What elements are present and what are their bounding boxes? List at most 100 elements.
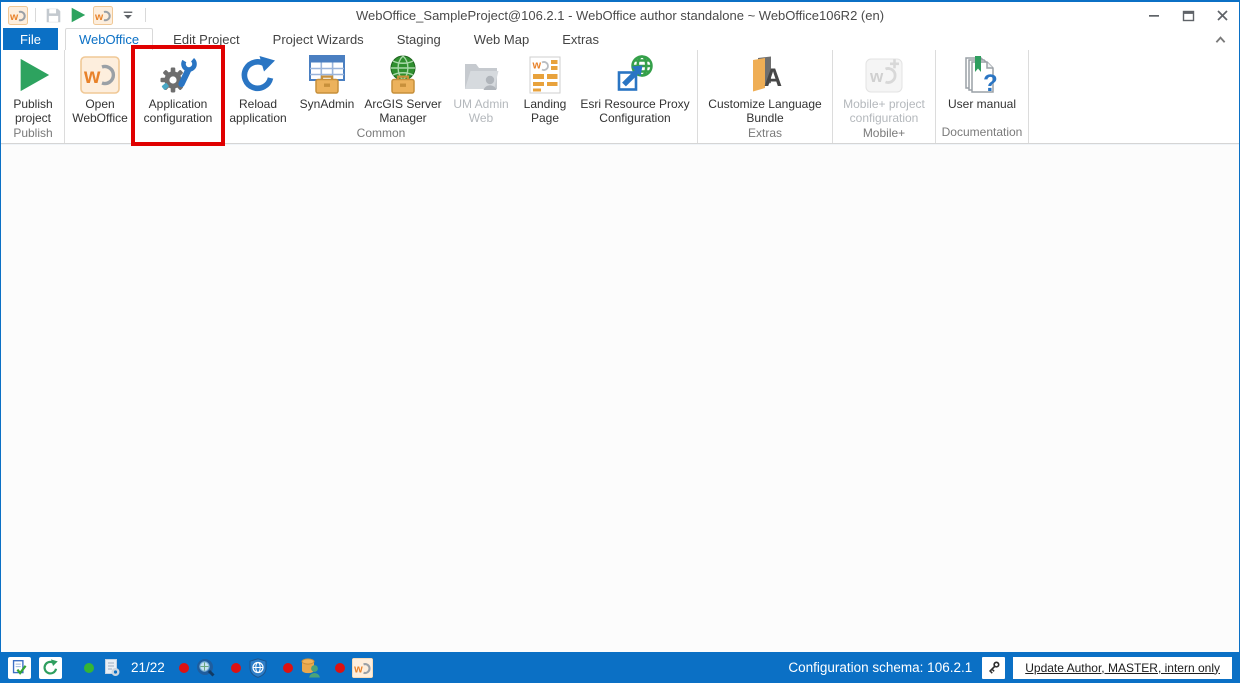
search-globe-icon [196, 658, 216, 678]
save-icon [45, 7, 62, 24]
mobile-plus-icon: w [864, 55, 904, 95]
svg-text:w: w [353, 663, 363, 675]
manual-question-icon: ? [962, 55, 1002, 95]
ribbon-group-documentation: ? User manual Documentation [936, 50, 1029, 143]
ribbon-collapse-button[interactable] [1211, 31, 1229, 47]
minimize-button[interactable] [1137, 3, 1171, 27]
database-user-icon [300, 657, 321, 678]
svg-text:w: w [532, 59, 542, 71]
group-label-mobile-plus: Mobile+ [834, 125, 934, 143]
ribbon-tab-strip: File WebOffice Edit Project Project Wiza… [1, 28, 1239, 50]
run-icon [69, 6, 87, 24]
svg-text:A: A [764, 64, 782, 92]
maximize-button[interactable] [1171, 3, 1205, 27]
arcgis-shield-indicator[interactable] [248, 657, 269, 678]
landing-page-icon: w [526, 55, 564, 95]
um-admin-web-button[interactable]: UM Admin Web [447, 50, 515, 125]
status-dot-red [335, 663, 345, 673]
tab-weboffice[interactable]: WebOffice [65, 28, 153, 50]
esri-resource-proxy-configuration-button[interactable]: Esri Resource Proxy Configuration [575, 50, 695, 125]
customize-language-bundle-button[interactable]: A Customize Language Bundle [700, 50, 830, 125]
refresh-button[interactable] [39, 657, 62, 679]
separator [35, 8, 36, 22]
application-configuration-button[interactable]: Application configuration [135, 50, 221, 125]
gear-wrench-icon [158, 55, 198, 95]
play-icon [14, 56, 52, 94]
open-weboffice-button[interactable]: w Open WebOffice [67, 50, 133, 125]
validation-icon [11, 659, 28, 676]
window-controls [1137, 3, 1239, 27]
refresh-icon [42, 659, 59, 676]
validation-button[interactable] [8, 657, 31, 679]
tab-edit-project[interactable]: Edit Project [160, 28, 252, 50]
mobile-plus-project-configuration-button[interactable]: w Mobile+ project configuration [835, 50, 933, 125]
app-logo-button[interactable]: w [7, 5, 29, 25]
run-button[interactable] [67, 5, 89, 25]
status-dot-red [283, 663, 293, 673]
tab-extras[interactable]: Extras [549, 28, 612, 50]
chevron-up-icon [1214, 34, 1227, 45]
tab-project-wizards[interactable]: Project Wizards [260, 28, 377, 50]
statusbar: 21/22 [1, 652, 1239, 683]
close-button[interactable] [1205, 3, 1239, 27]
key-icon [986, 660, 1001, 675]
titlebar: w w [1, 2, 1239, 28]
synadmin-button[interactable]: SynAdmin [295, 50, 359, 111]
app-window: w w [0, 0, 1240, 683]
svg-text:?: ? [983, 70, 998, 95]
update-author-button[interactable]: Update Author, MASTER, intern only [1013, 657, 1232, 679]
separator [145, 8, 146, 22]
status-dot-green [84, 663, 94, 673]
weboffice-logo-icon: w [93, 6, 113, 25]
status-dot-red [231, 663, 241, 673]
svg-text:w: w [83, 65, 101, 88]
landing-page-button[interactable]: w Landing Page [517, 50, 573, 125]
tab-web-map[interactable]: Web Map [461, 28, 542, 50]
status-dot-red [179, 663, 189, 673]
license-key-button[interactable] [982, 657, 1005, 679]
project-settings-icon [102, 658, 122, 678]
group-label-extras: Extras [699, 125, 831, 143]
customize-toolbar-dropdown[interactable] [117, 5, 139, 25]
table-toolbox-icon [307, 55, 347, 95]
globe-toolbox-icon [383, 55, 423, 95]
search-globe-indicator[interactable] [196, 657, 217, 678]
customize-toolbar-dropdown-icon [122, 9, 134, 21]
project-counter: 21/22 [131, 660, 165, 675]
group-label-publish: Publish [3, 125, 63, 143]
close-icon [1216, 9, 1229, 22]
weboffice-logo-icon: w [8, 6, 28, 25]
configuration-schema-label: Configuration schema: 106.2.1 [788, 660, 972, 675]
arcgis-server-manager-button[interactable]: ArcGIS Server Manager [361, 50, 445, 125]
database-user-indicator[interactable] [300, 657, 321, 678]
group-label-documentation: Documentation [937, 124, 1027, 143]
ribbon-group-publish: Publish project Publish [2, 50, 65, 143]
weboffice-logo-icon: w [352, 658, 373, 678]
publish-project-button[interactable]: Publish project [4, 50, 62, 125]
tab-staging[interactable]: Staging [384, 28, 454, 50]
reload-icon [238, 55, 278, 95]
globe-arrow-icon [615, 55, 655, 95]
user-manual-button[interactable]: ? User manual [938, 50, 1026, 111]
svg-text:w: w [869, 67, 884, 86]
ribbon-group-extras: A Customize Language Bundle Extras [698, 50, 833, 143]
ribbon-group-mobile-plus: w Mobile+ project configuration Mobile+ [833, 50, 936, 143]
save-button[interactable] [42, 5, 64, 25]
weboffice-indicator[interactable]: w [352, 657, 373, 678]
language-book-icon: A [745, 55, 785, 95]
quick-access-toolbar: w w [1, 5, 149, 25]
folder-user-icon [461, 55, 501, 95]
weboffice-logo-icon: w [80, 55, 120, 95]
maximize-icon [1182, 9, 1195, 22]
window-title: WebOffice_SampleProject@106.2.1 - WebOff… [1, 8, 1239, 23]
svg-text:w: w [9, 11, 19, 23]
tab-file[interactable]: File [3, 28, 58, 50]
qat-weboffice-button[interactable]: w [92, 5, 114, 25]
project-settings-indicator[interactable] [101, 657, 122, 678]
minimize-icon [1148, 9, 1160, 21]
shield-globe-icon [248, 658, 268, 678]
reload-application-button[interactable]: Reload application [223, 50, 293, 125]
ribbon-group-common: w Open WebOffice [65, 50, 698, 143]
group-label-common: Common [66, 125, 696, 143]
svg-text:w: w [94, 11, 104, 23]
